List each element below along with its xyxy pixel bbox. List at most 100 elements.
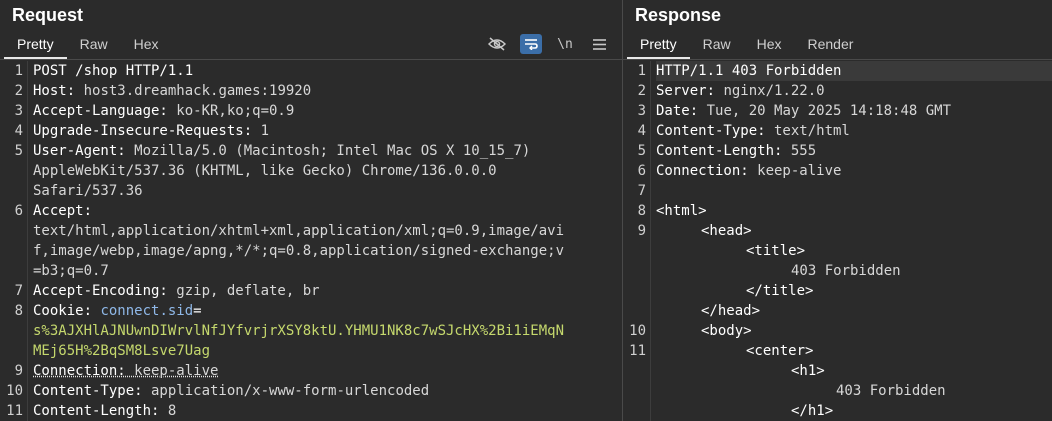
request-header-accept-language: Accept-Language: ko-KR,ko;q=0.9 bbox=[33, 101, 294, 121]
cookie-name: connect.sid bbox=[100, 303, 194, 319]
request-editor[interactable]: 1 2 3 4 5 6 7 8 9 10 11 POST /shop HTTP/… bbox=[0, 61, 622, 421]
request-header-content-type: Content-Type: application/x-www-form-url… bbox=[33, 381, 429, 401]
response-header-connection: Connection: keep-alive bbox=[656, 161, 841, 181]
header-name: Content-Length: bbox=[33, 403, 160, 419]
line-number: 3 bbox=[14, 103, 23, 119]
response-header-date: Date: Tue, 20 May 2025 14:18:48 GMT bbox=[656, 101, 951, 121]
header-name: Connection: bbox=[33, 363, 126, 379]
response-tab-raw[interactable]: Raw bbox=[690, 33, 744, 57]
line-number: 10 bbox=[6, 383, 23, 399]
response-tabs: Pretty Raw Hex Render bbox=[627, 33, 867, 59]
request-tab-underline bbox=[0, 59, 622, 60]
wrap-icon[interactable] bbox=[520, 34, 542, 54]
response-title: Response bbox=[635, 5, 722, 25]
header-name: Cookie: bbox=[33, 303, 93, 319]
request-header-continuation: =b3;q=0.7 bbox=[33, 263, 109, 279]
request-line: POST /shop HTTP/1.1 bbox=[33, 63, 194, 79]
response-line-gutter: 1 2 3 4 5 6 7 8 9 10 11 bbox=[623, 61, 651, 421]
eye-off-icon[interactable] bbox=[486, 34, 508, 54]
header-value: Mozilla/5.0 (Macintosh; Intel Mac OS X 1… bbox=[125, 143, 531, 159]
line-number: 3 bbox=[637, 103, 646, 119]
header-name: Host: bbox=[33, 83, 76, 99]
header-value: ko-KR,ko;q=0.9 bbox=[167, 103, 295, 119]
line-number: 10 bbox=[629, 323, 646, 339]
head-close-tag: </head> bbox=[701, 303, 761, 319]
response-panel: Response Pretty Raw Hex Render 1 2 3 4 5… bbox=[623, 0, 1052, 421]
header-value: keep-alive bbox=[125, 363, 219, 379]
response-tab-render[interactable]: Render bbox=[795, 33, 867, 57]
response-header-server: Server: nginx/1.22.0 bbox=[656, 81, 825, 101]
response-header-content-length: Content-Length: 555 bbox=[656, 141, 816, 161]
line-number: 1 bbox=[14, 63, 23, 79]
line-number: 8 bbox=[14, 303, 23, 319]
line-number: 1 bbox=[637, 63, 646, 79]
request-title: Request bbox=[12, 5, 84, 25]
request-tab-raw[interactable]: Raw bbox=[67, 33, 121, 57]
header-value: keep-alive bbox=[748, 163, 842, 179]
response-tab-pretty[interactable]: Pretty bbox=[627, 33, 690, 59]
h1-text: 403 Forbidden bbox=[836, 383, 946, 399]
header-value: application/x-www-form-urlencoded bbox=[142, 383, 430, 399]
header-value: gzip, deflate, br bbox=[167, 283, 320, 299]
request-tab-pretty[interactable]: Pretty bbox=[4, 33, 67, 59]
request-tabs: Pretty Raw Hex bbox=[4, 33, 172, 59]
newline-icon[interactable]: \n bbox=[554, 34, 576, 54]
request-header-user-agent: User-Agent: Mozilla/5.0 (Macintosh; Inte… bbox=[33, 141, 530, 161]
html-tag: <html> bbox=[656, 203, 707, 219]
header-name: Date: bbox=[656, 103, 699, 119]
header-name: Content-Length: bbox=[656, 143, 783, 159]
header-name: Content-Type: bbox=[656, 123, 766, 139]
response-tab-underline bbox=[623, 59, 1052, 60]
response-editor[interactable]: 1 2 3 4 5 6 7 8 9 10 11 HTTP/1.1 403 For… bbox=[623, 61, 1052, 421]
request-line-gutter: 1 2 3 4 5 6 7 8 9 10 11 bbox=[0, 61, 28, 421]
line-number: 11 bbox=[629, 343, 646, 359]
request-panel: Request Pretty Raw Hex \n 1 2 3 4 5 6 7 … bbox=[0, 0, 622, 421]
header-name: Content-Type: bbox=[33, 383, 143, 399]
line-number: 7 bbox=[14, 283, 23, 299]
header-name: Server: bbox=[656, 83, 716, 99]
request-header-accept: Accept: bbox=[33, 203, 93, 219]
header-value: 555 bbox=[782, 143, 817, 159]
cookie-value: s%3AJXHlAJNUwnDIWrvlNfJYfvrjrXSY8ktU.YHM… bbox=[33, 323, 565, 339]
header-name: Connection: bbox=[656, 163, 749, 179]
body-tag: <body> bbox=[701, 323, 752, 339]
header-name: Accept-Language: bbox=[33, 103, 168, 119]
menu-icon[interactable] bbox=[588, 34, 610, 54]
header-name: Accept-Encoding: bbox=[33, 283, 168, 299]
line-number: 4 bbox=[14, 123, 23, 139]
response-header-content-type: Content-Type: text/html bbox=[656, 121, 850, 141]
line-number: 6 bbox=[637, 163, 646, 179]
cookie-value: MEj65H%2BqSM8Lsve7Uag bbox=[33, 343, 211, 359]
title-open-tag: <title> bbox=[746, 243, 806, 259]
request-header-continuation: AppleWebKit/537.36 (KHTML, like Gecko) C… bbox=[33, 163, 497, 179]
center-tag: <center> bbox=[746, 343, 814, 359]
header-value: text/html bbox=[765, 123, 850, 139]
request-header-continuation: Safari/537.36 bbox=[33, 183, 143, 199]
header-value: 8 bbox=[159, 403, 177, 419]
line-number: 5 bbox=[637, 143, 646, 159]
header-value: 1 bbox=[252, 123, 270, 139]
header-value: nginx/1.22.0 bbox=[715, 83, 825, 99]
request-tab-hex[interactable]: Hex bbox=[121, 33, 172, 57]
request-header-cookie: Cookie: connect.sid= bbox=[33, 301, 202, 321]
line-number: 11 bbox=[6, 403, 23, 419]
line-number: 8 bbox=[637, 203, 646, 219]
line-number: 4 bbox=[637, 123, 646, 139]
line-number: 7 bbox=[637, 183, 646, 199]
h1-close-tag: </h1> bbox=[791, 403, 834, 419]
request-header-accept-encoding: Accept-Encoding: gzip, deflate, br bbox=[33, 281, 320, 301]
h1-open-tag: <h1> bbox=[791, 363, 825, 379]
line-number: 6 bbox=[14, 203, 23, 219]
header-name: User-Agent: bbox=[33, 143, 126, 159]
line-number: 2 bbox=[637, 83, 646, 99]
head-tag: <head> bbox=[701, 223, 752, 239]
line-number: 2 bbox=[14, 83, 23, 99]
request-header-connection: Connection: keep-alive bbox=[33, 361, 218, 381]
request-header-upgrade-insecure: Upgrade-Insecure-Requests: 1 bbox=[33, 121, 269, 141]
request-header-content-length: Content-Length: 8 bbox=[33, 401, 176, 421]
header-value: Tue, 20 May 2025 14:18:48 GMT bbox=[698, 103, 952, 119]
request-header-continuation: text/html,application/xhtml+xml,applicat… bbox=[33, 223, 565, 239]
response-tab-hex[interactable]: Hex bbox=[744, 33, 795, 57]
request-header-continuation: f,image/webp,image/apng,*/*;q=0.8,applic… bbox=[33, 243, 565, 259]
header-name: Upgrade-Insecure-Requests: bbox=[33, 123, 253, 139]
